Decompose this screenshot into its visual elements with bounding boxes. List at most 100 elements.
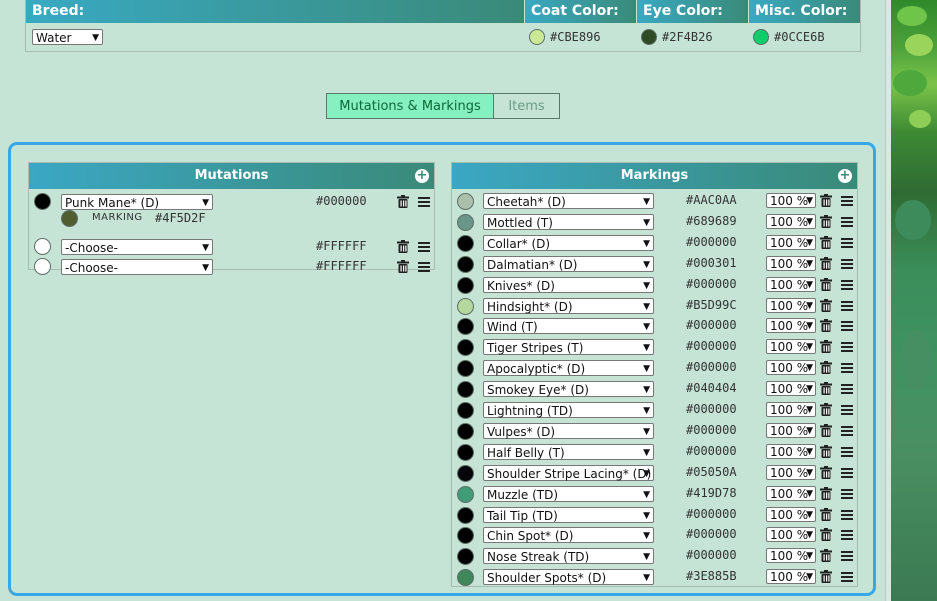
- trash-icon[interactable]: [820, 423, 832, 437]
- mutation-marking-swatch[interactable]: [61, 210, 78, 227]
- trash-icon[interactable]: [820, 549, 832, 563]
- marking-color-swatch[interactable]: [457, 360, 474, 378]
- marking-opacity-select[interactable]: 100 % ▼: [766, 339, 816, 355]
- marking-color-swatch[interactable]: [457, 276, 474, 294]
- marking-color-swatch[interactable]: [457, 381, 474, 399]
- trash-icon[interactable]: [820, 570, 832, 584]
- trash-icon[interactable]: [820, 256, 832, 270]
- marking-select[interactable]: Nose Streak (TD) ▼: [483, 548, 654, 565]
- trash-icon[interactable]: [820, 340, 832, 354]
- marking-color-swatch[interactable]: [457, 527, 474, 545]
- marking-opacity-select[interactable]: 100 % ▼: [766, 276, 816, 292]
- tab-mutations-markings[interactable]: Mutations & Markings: [326, 93, 494, 119]
- drag-handle-icon[interactable]: [418, 261, 431, 274]
- trash-icon[interactable]: [820, 444, 832, 458]
- marking-opacity-select[interactable]: 100 % ▼: [766, 381, 816, 397]
- mutation-select[interactable]: -Choose- ▼: [61, 239, 213, 255]
- marking-color-swatch[interactable]: [457, 464, 474, 482]
- marking-select[interactable]: Cheetah* (D) ▼: [483, 193, 654, 209]
- marking-select[interactable]: Apocalyptic* (D) ▼: [483, 360, 654, 377]
- marking-opacity-select[interactable]: 100 % ▼: [766, 485, 816, 501]
- marking-color-swatch[interactable]: [457, 339, 474, 357]
- drag-handle-icon[interactable]: [841, 404, 854, 417]
- drag-handle-icon[interactable]: [841, 425, 854, 438]
- drag-handle-icon[interactable]: [841, 341, 854, 354]
- marking-opacity-select[interactable]: 100 % ▼: [766, 360, 816, 376]
- drag-handle-icon[interactable]: [841, 383, 854, 396]
- marking-color-swatch[interactable]: [457, 255, 474, 273]
- trash-icon[interactable]: [397, 195, 409, 208]
- mutation-color-swatch[interactable]: [34, 193, 51, 210]
- marking-select[interactable]: Smokey Eye* (D) ▼: [483, 381, 654, 398]
- marking-color-swatch[interactable]: [457, 506, 474, 524]
- trash-icon[interactable]: [820, 486, 832, 500]
- drag-handle-icon[interactable]: [841, 237, 854, 250]
- trash-icon[interactable]: [820, 403, 832, 416]
- marking-select[interactable]: Chin Spot* (D) ▼: [483, 527, 654, 544]
- marking-color-swatch[interactable]: [457, 548, 474, 566]
- marking-opacity-select[interactable]: 100 % ▼: [766, 402, 816, 417]
- eye-color-swatch[interactable]: [641, 29, 657, 45]
- add-marking-icon[interactable]: +: [838, 169, 852, 183]
- trash-icon[interactable]: [820, 528, 832, 542]
- marking-select[interactable]: Hindsight* (D) ▼: [483, 297, 654, 314]
- marking-opacity-select[interactable]: 100 % ▼: [766, 255, 816, 271]
- marking-opacity-select[interactable]: 100 % ▼: [766, 318, 816, 334]
- drag-handle-icon[interactable]: [418, 196, 431, 209]
- tab-items[interactable]: Items: [493, 93, 560, 119]
- drag-handle-icon[interactable]: [841, 550, 854, 563]
- drag-handle-icon[interactable]: [841, 362, 854, 375]
- marking-opacity-select[interactable]: 100 % ▼: [766, 569, 816, 585]
- marking-select[interactable]: Muzzle (TD) ▼: [483, 485, 654, 502]
- drag-handle-icon[interactable]: [841, 320, 854, 333]
- drag-handle-icon[interactable]: [841, 509, 854, 522]
- marking-opacity-select[interactable]: 100 % ▼: [766, 464, 816, 480]
- trash-icon[interactable]: [820, 235, 832, 249]
- drag-handle-icon[interactable]: [841, 300, 854, 313]
- trash-icon[interactable]: [820, 277, 832, 291]
- marking-select[interactable]: Collar* (D) ▼: [483, 234, 654, 251]
- drag-handle-icon[interactable]: [841, 529, 854, 542]
- marking-select[interactable]: Tail Tip (TD) ▼: [483, 506, 654, 523]
- breed-select[interactable]: Water ▼: [32, 29, 103, 45]
- marking-select[interactable]: Lightning (TD) ▼: [483, 402, 654, 418]
- marking-opacity-select[interactable]: 100 % ▼: [766, 213, 816, 229]
- add-mutation-icon[interactable]: +: [415, 169, 429, 183]
- marking-color-swatch[interactable]: [457, 569, 474, 587]
- mutation-color-swatch[interactable]: [34, 238, 51, 255]
- drag-handle-icon[interactable]: [841, 446, 854, 459]
- drag-handle-icon[interactable]: [418, 241, 431, 254]
- marking-select[interactable]: Tiger Stripes (T) ▼: [483, 339, 654, 356]
- drag-handle-icon[interactable]: [841, 216, 854, 229]
- trash-icon[interactable]: [820, 507, 832, 521]
- trash-icon[interactable]: [820, 214, 832, 228]
- marking-opacity-select[interactable]: 100 % ▼: [766, 443, 816, 459]
- marking-color-swatch[interactable]: [457, 485, 474, 503]
- marking-color-swatch[interactable]: [457, 318, 474, 336]
- marking-select[interactable]: Shoulder Spots* (D) ▼: [483, 569, 654, 586]
- trash-icon[interactable]: [820, 298, 832, 312]
- marking-opacity-select[interactable]: 100 % ▼: [766, 506, 816, 522]
- marking-select[interactable]: Wind (T) ▼: [483, 318, 654, 335]
- marking-color-swatch[interactable]: [457, 193, 474, 210]
- marking-select[interactable]: Half Belly (T) ▼: [483, 443, 654, 460]
- marking-select[interactable]: Dalmatian* (D) ▼: [483, 255, 654, 272]
- drag-handle-icon[interactable]: [841, 195, 854, 208]
- marking-select[interactable]: Shoulder Stripe Lacing* (D) ▼: [483, 464, 654, 481]
- marking-color-swatch[interactable]: [457, 213, 474, 231]
- trash-icon[interactable]: [820, 361, 832, 375]
- drag-handle-icon[interactable]: [841, 258, 854, 271]
- marking-opacity-select[interactable]: 100 % ▼: [766, 297, 816, 313]
- marking-select[interactable]: Vulpes* (D) ▼: [483, 422, 654, 439]
- mutation-color-swatch[interactable]: [34, 258, 51, 275]
- drag-handle-icon[interactable]: [841, 488, 854, 501]
- marking-color-swatch[interactable]: [457, 422, 474, 440]
- trash-icon[interactable]: [397, 260, 409, 273]
- mutation-select[interactable]: -Choose- ▼: [61, 259, 213, 275]
- mutation-select[interactable]: Punk Mane* (D) ▼: [61, 194, 213, 210]
- misc-color-swatch[interactable]: [753, 29, 769, 45]
- trash-icon[interactable]: [820, 194, 832, 207]
- drag-handle-icon[interactable]: [841, 279, 854, 292]
- drag-handle-icon[interactable]: [841, 571, 854, 584]
- marking-color-swatch[interactable]: [457, 297, 474, 315]
